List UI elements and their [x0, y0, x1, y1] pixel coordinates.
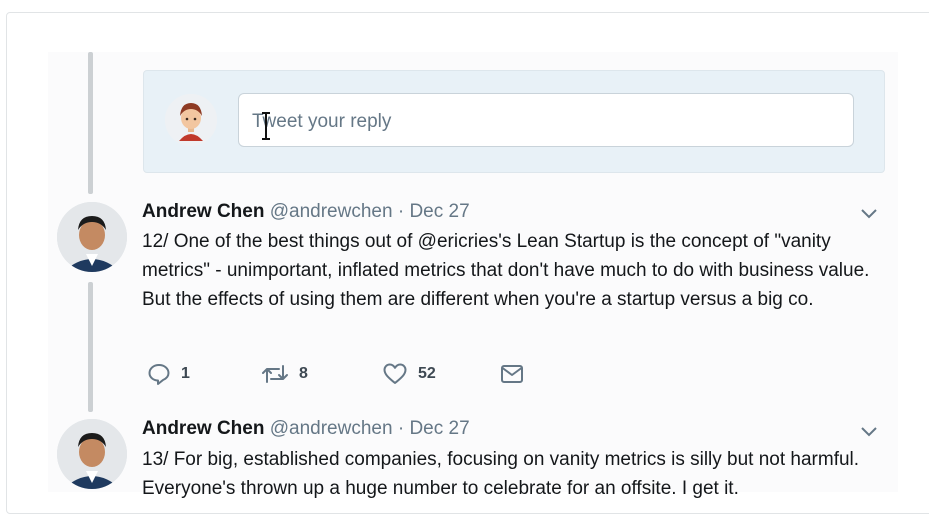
tweet-text: 13/ For big, established companies, focu… — [142, 449, 860, 499]
author-name[interactable]: Andrew Chen — [142, 418, 264, 439]
reply-button[interactable]: 1 — [147, 362, 190, 386]
tweet-reply-input[interactable]: Tweet your reply — [238, 93, 854, 147]
author-avatar[interactable] — [57, 419, 127, 489]
author-handle[interactable]: @andrewchen — [270, 201, 393, 222]
chevron-down-icon[interactable] — [860, 426, 878, 438]
thread-line — [88, 52, 93, 194]
tweet-date[interactable]: Dec 27 — [409, 418, 469, 439]
separator-dot: · — [397, 418, 405, 439]
tweet-header: Andrew Chen @andrewchen · Dec 27 — [142, 418, 470, 440]
tweet-date[interactable]: Dec 27 — [409, 201, 469, 222]
like-count: 52 — [418, 365, 436, 382]
user-avatar — [165, 94, 217, 146]
direct-message-button[interactable] — [499, 362, 525, 386]
author-handle[interactable]: @andrewchen — [270, 418, 393, 439]
heart-icon — [383, 363, 407, 384]
reply-placeholder: Tweet your reply — [252, 111, 392, 132]
thread-line — [88, 282, 93, 412]
separator-dot: · — [397, 201, 405, 222]
author-name[interactable]: Andrew Chen — [142, 201, 264, 222]
speech-bubble-icon — [148, 364, 170, 385]
retweet-icon — [262, 365, 288, 383]
reply-count: 1 — [181, 365, 190, 382]
envelope-icon — [501, 365, 523, 383]
retweet-count: 8 — [299, 365, 308, 382]
tweet-text: 12/ One of the best things out of @ericr… — [142, 231, 870, 310]
like-button[interactable]: 52 — [382, 362, 436, 386]
tweet-header: Andrew Chen @andrewchen · Dec 27 — [142, 201, 470, 223]
retweet-button[interactable]: 8 — [261, 362, 308, 386]
chevron-down-icon[interactable] — [860, 208, 878, 220]
author-avatar[interactable] — [57, 202, 127, 272]
